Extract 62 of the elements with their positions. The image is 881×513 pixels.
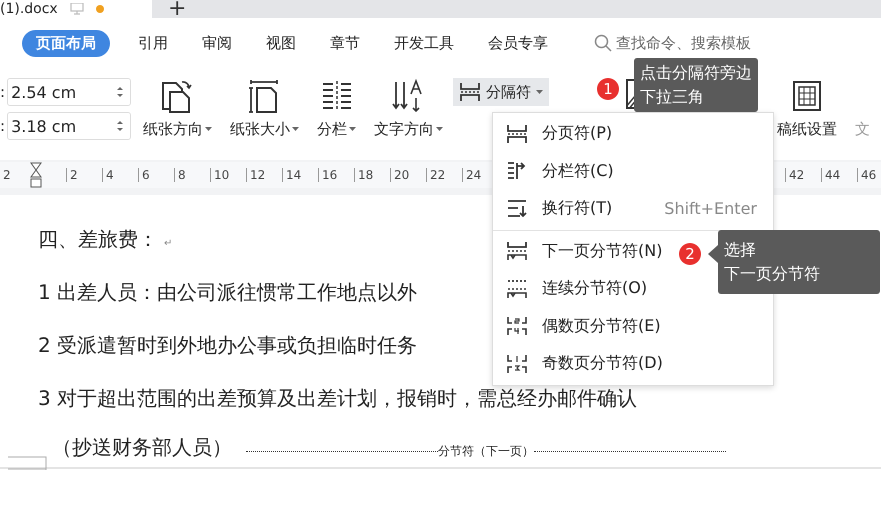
ribbon-tab[interactable]: 视图 <box>260 30 302 56</box>
ribbon-tab[interactable]: 审阅 <box>196 30 238 56</box>
menu-item[interactable]: 换行符(T) Shift+Enter <box>493 190 773 228</box>
spin-arrows-icon[interactable] <box>116 84 124 100</box>
search-icon <box>594 34 612 52</box>
ruler-number: 8 <box>174 168 210 182</box>
margin-label: : <box>0 117 6 135</box>
continuous-section-icon <box>506 278 528 299</box>
toolbar-button[interactable]: 稿纸设置 <box>777 78 838 139</box>
callout-text: 下一页分节符 <box>724 263 820 285</box>
page-break-icon <box>459 82 482 102</box>
ruler-number: 46 <box>857 168 878 182</box>
ruler-number: 12 <box>246 168 282 182</box>
ruler-number: 10 <box>210 168 246 182</box>
ruler-number: 4 <box>102 168 138 182</box>
ruler-number: 2 <box>2 168 12 182</box>
separator-dropdown-button[interactable]: 分隔符 <box>453 78 550 106</box>
column-break-icon <box>506 161 528 182</box>
next-page-section-icon <box>506 241 528 262</box>
section-break-line: 分节符（下一页） <box>246 443 726 460</box>
callout-text: 点击分隔符旁边 <box>640 62 752 84</box>
ruler-number: 44 <box>821 168 857 182</box>
page-break-icon <box>506 124 528 144</box>
ribbon-tab[interactable]: 章节 <box>324 30 366 56</box>
paragraph-text: 3 对于超出范围的出差预算及出差计划，报销时，需总经办邮件确认 <box>38 385 638 412</box>
indent-marker-icon[interactable] <box>30 162 42 188</box>
paragraph-text: 四、差旅费： <box>38 226 158 253</box>
spin-arrows-icon[interactable] <box>116 118 124 134</box>
ribbon-tab[interactable]: 页面布局 <box>22 30 110 56</box>
paragraph-text: （抄送财务部人员） <box>52 434 232 461</box>
even-page-section-icon <box>506 316 528 336</box>
ruler-number: 20 <box>390 168 426 182</box>
ruler-number: 16 <box>318 168 354 182</box>
ruler-number: 6 <box>138 168 174 182</box>
toolbar-button[interactable]: 分栏 <box>311 78 362 139</box>
toolbar-button[interactable]: 文字方向 <box>368 78 450 139</box>
menu-item[interactable]: 分页符(P) <box>493 115 773 152</box>
line-break-icon <box>506 198 528 219</box>
new-tab-button[interactable]: + <box>168 0 186 18</box>
margin-label: : <box>0 83 6 101</box>
odd-page-section-icon <box>506 354 528 374</box>
paragraph-text: 2 受派遣暂时到外地办公事或负担临时任务 <box>38 332 418 359</box>
margin-spin-field[interactable]: 3.18 cm <box>7 112 132 140</box>
paragraph-text: 1 出差人员：由公司派往惯常工作地点以外 <box>38 279 418 306</box>
ribbon-tab[interactable]: 开发工具 <box>388 30 460 56</box>
menu-item[interactable]: 偶数页分节符(E) <box>493 308 773 345</box>
page-corner-icon <box>8 455 48 471</box>
ribbon-tab[interactable]: 会员专享 <box>482 30 554 56</box>
menu-item[interactable]: 奇数页分节符(D) <box>493 345 773 382</box>
margin-spin-field[interactable]: 2.54 cm <box>7 78 132 106</box>
ribbon-tab[interactable]: 引用 <box>132 30 174 56</box>
ruler-number: 2 <box>66 168 102 182</box>
toolbar-button[interactable]: 纸张大小 <box>224 78 306 139</box>
ruler-number: 14 <box>282 168 318 182</box>
ruler-number: 18 <box>354 168 390 182</box>
paragraph-mark: ↵ <box>164 238 172 249</box>
ruler-number: 42 <box>785 168 821 182</box>
callout-text: 下拉三角 <box>640 86 704 108</box>
step-badge: 1 <box>597 78 619 100</box>
callout-text: 选择 <box>724 239 756 261</box>
ruler-number: 22 <box>426 168 462 182</box>
toolbar-button[interactable]: 纸张方向 <box>137 78 218 139</box>
